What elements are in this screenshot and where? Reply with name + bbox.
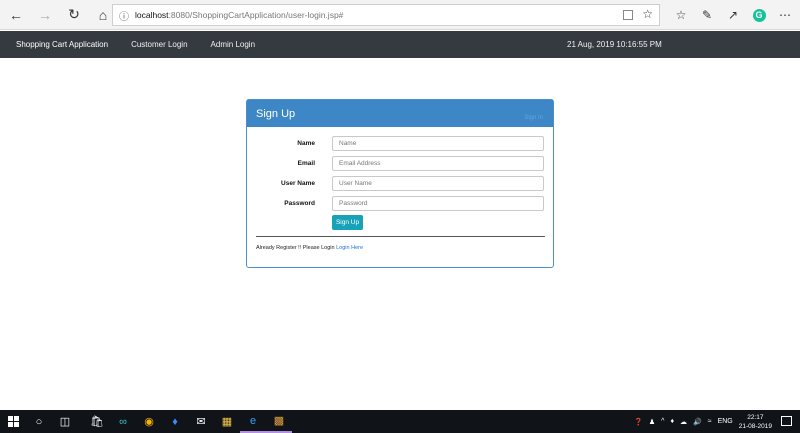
clock-time: 22:17 <box>747 413 764 421</box>
nav-admin-login[interactable]: Admin Login <box>211 40 255 49</box>
forward-arrow-icon[interactable]: → <box>32 2 58 28</box>
reading-view-icon[interactable] <box>623 10 633 20</box>
file-explorer-icon[interactable]: ▦ <box>214 410 240 433</box>
password-input[interactable] <box>332 196 544 211</box>
password-row: Password <box>247 196 555 212</box>
address-bar[interactable]: ⓘ localhost:8080/ShoppingCartApplication… <box>112 4 660 26</box>
signup-title: Sign Up <box>256 107 296 120</box>
username-row: User Name <box>247 176 555 192</box>
language-indicator[interactable]: ENG <box>718 418 733 425</box>
task-view-icon[interactable]: ◫ <box>52 410 78 433</box>
name-row: Name <box>247 136 555 152</box>
volume-icon[interactable]: 🔊 <box>693 418 702 426</box>
url-path: :8080/ShoppingCartApplication/user-login… <box>168 10 344 20</box>
signup-button[interactable]: Sign Up <box>332 215 363 230</box>
current-datetime: 21 Aug, 2019 10:16:55 PM <box>567 40 662 49</box>
username-label: User Name <box>281 180 315 187</box>
login-prompt: Already Register !! Please Login Login H… <box>256 245 363 251</box>
name-input[interactable] <box>332 136 544 151</box>
wifi-icon[interactable]: ≈ <box>708 418 712 425</box>
url-host: localhost <box>135 10 169 20</box>
favorite-star-icon[interactable]: ☆ <box>642 7 653 21</box>
info-icon[interactable]: ⓘ <box>119 8 129 23</box>
back-arrow-icon[interactable]: ← <box>3 2 29 28</box>
help-icon[interactable]: ❓ <box>634 418 643 426</box>
login-here-link[interactable]: Login Here <box>336 245 363 251</box>
windows-taskbar: ○ ◫ 🛍 ∞ ◉ ♦ ✉ ▦ e ▩ ❓ ♟ ^ ♦ ☁ 🔊 ≈ ENG 22… <box>0 410 800 433</box>
app-navbar: Shopping Cart Application Customer Login… <box>0 31 800 58</box>
search-icon[interactable]: ○ <box>26 410 52 433</box>
sign-in-link[interactable]: Sign In <box>524 115 543 121</box>
store-icon[interactable]: 🛍 <box>84 410 110 433</box>
arduino-icon[interactable]: ∞ <box>110 410 136 433</box>
name-label: Name <box>297 140 315 147</box>
notification-icon[interactable] <box>781 416 792 426</box>
nav-customer-login[interactable]: Customer Login <box>131 40 187 49</box>
people-icon[interactable]: ♟ <box>649 418 655 426</box>
more-menu-icon[interactable]: ⋯ <box>774 4 796 26</box>
login-prompt-text: Already Register !! Please Login <box>256 245 337 251</box>
signup-card-header: Sign Up Sign In <box>247 100 553 127</box>
navbar-brand[interactable]: Shopping Cart Application <box>16 40 108 49</box>
signup-card: Sign Up Sign In Name Email User Name Pas… <box>246 99 554 268</box>
edge-icon[interactable]: e <box>240 410 266 433</box>
pen-icon[interactable]: ✎ <box>696 4 718 26</box>
dropbox-tray-icon[interactable]: ♦ <box>670 418 674 425</box>
browser-toolbar: ← → ↻ ⌂ ⓘ localhost:8080/ShoppingCartApp… <box>0 0 800 30</box>
dropbox-icon[interactable]: ♦ <box>162 410 188 433</box>
email-input[interactable] <box>332 156 544 171</box>
username-input[interactable] <box>332 176 544 191</box>
grammarly-extension-icon[interactable]: G <box>748 4 770 26</box>
favorites-list-icon[interactable]: ☆ <box>670 4 692 26</box>
windows-start-icon[interactable] <box>0 410 26 433</box>
chevron-up-icon[interactable]: ^ <box>661 418 664 425</box>
email-row: Email <box>247 156 555 172</box>
onedrive-icon[interactable]: ☁ <box>680 418 687 426</box>
system-tray: ❓ ♟ ^ ♦ ☁ 🔊 ≈ ENG 22:17 21-08-2019 <box>634 410 772 433</box>
chrome-icon[interactable]: ◉ <box>136 410 162 433</box>
clock[interactable]: 22:17 21-08-2019 <box>739 413 772 431</box>
refresh-icon[interactable]: ↻ <box>61 2 87 28</box>
share-icon[interactable]: ↗ <box>722 4 744 26</box>
password-label: Password <box>284 200 315 207</box>
app-icon[interactable]: ▩ <box>266 410 292 433</box>
email-label: Email <box>297 160 315 167</box>
clock-date: 21-08-2019 <box>738 422 772 430</box>
mail-icon[interactable]: ✉ <box>188 410 214 433</box>
divider <box>256 236 545 237</box>
